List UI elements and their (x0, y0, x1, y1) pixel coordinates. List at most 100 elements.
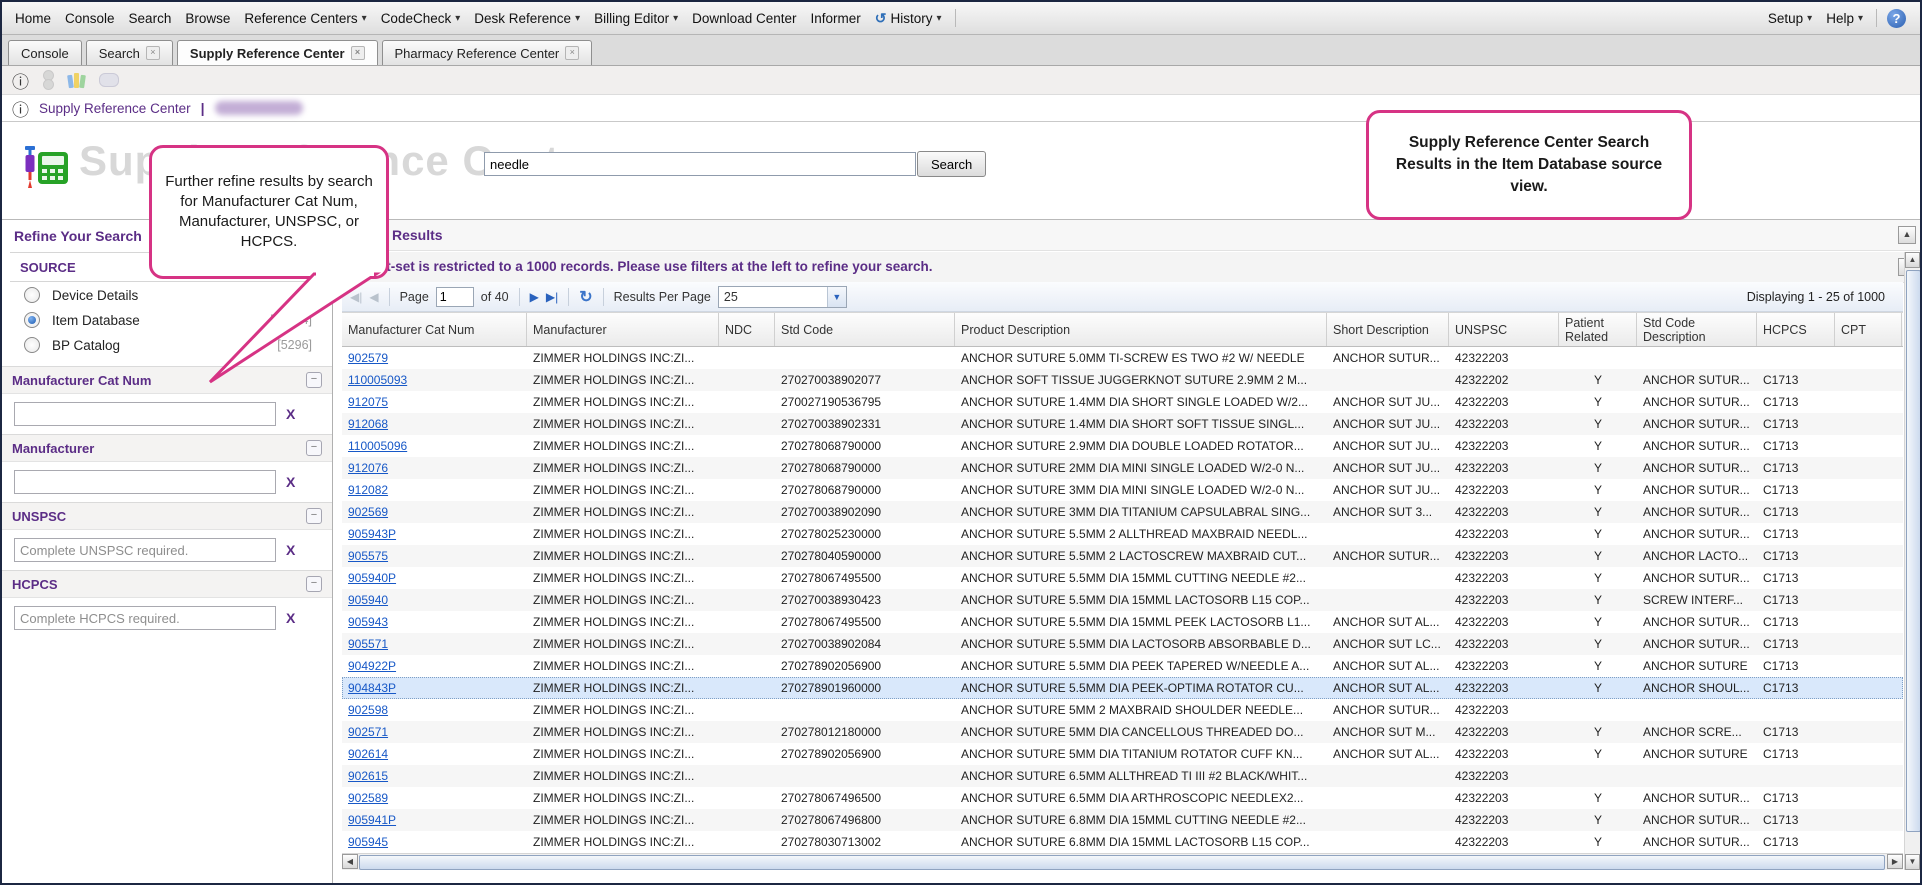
manufacturer-cat-num-link[interactable]: 912075 (348, 395, 388, 409)
tab-pharmacy-reference-center[interactable]: Pharmacy Reference Center× (382, 40, 593, 65)
manufacturer-cat-num-link[interactable]: 902569 (348, 505, 388, 519)
manufacturer-cat-num-link[interactable]: 912076 (348, 461, 388, 475)
scroll-left-arrow-icon[interactable]: ◀ (342, 854, 358, 869)
scroll-up-arrow-icon[interactable]: ▲ (1905, 252, 1920, 268)
table-row[interactable]: 902614ZIMMER HOLDINGS INC:ZI...270278902… (342, 743, 1903, 765)
table-row[interactable]: 905943PZIMMER HOLDINGS INC:ZI...27027802… (342, 523, 1903, 545)
column-header-unspsc[interactable]: UNSPSC (1449, 313, 1559, 346)
results-per-page-select[interactable]: 25 ▼ (718, 286, 847, 308)
collapse-icon[interactable]: − (306, 576, 322, 592)
breadcrumb-title[interactable]: Supply Reference Center (39, 101, 191, 116)
manufacturer-cat-num-link[interactable]: 905945 (348, 835, 388, 849)
table-row[interactable]: 904843PZIMMER HOLDINGS INC:ZI...27027890… (342, 677, 1903, 699)
info-icon[interactable]: ⓘ (12, 68, 29, 93)
manufacturer-cat-num-link[interactable]: 902589 (348, 791, 388, 805)
table-row[interactable]: 902598ZIMMER HOLDINGS INC:ZI...ANCHOR SU… (342, 699, 1903, 721)
table-row[interactable]: 912082ZIMMER HOLDINGS INC:ZI...270278068… (342, 479, 1903, 501)
menu-item-setup[interactable]: Setup▾ (1761, 11, 1819, 26)
collapse-icon[interactable]: − (306, 440, 322, 456)
scroll-down-arrow-icon[interactable]: ▼ (1905, 854, 1920, 870)
tab-supply-reference-center[interactable]: Supply Reference Center× (177, 40, 378, 65)
table-row[interactable]: 905575ZIMMER HOLDINGS INC:ZI...270278040… (342, 545, 1903, 567)
manufacturer-cat-num-link[interactable]: 905943 (348, 615, 388, 629)
manufacturer-cat-num-link[interactable]: 905575 (348, 549, 388, 563)
help-icon[interactable]: ? (1887, 9, 1906, 28)
table-row[interactable]: 912075ZIMMER HOLDINGS INC:ZI...270027190… (342, 391, 1903, 413)
table-row[interactable]: 905941PZIMMER HOLDINGS INC:ZI...27027806… (342, 809, 1903, 831)
books-icon[interactable] (68, 73, 85, 88)
manufacturer-cat-num-link[interactable]: 902615 (348, 769, 388, 783)
search-button[interactable]: Search (917, 151, 986, 177)
scroll-right-arrow-icon[interactable]: ▶ (1887, 854, 1903, 869)
column-header-product-description[interactable]: Product Description (955, 313, 1327, 346)
clear-filter-button[interactable]: X (286, 542, 295, 558)
manufacturer-cat-num-link[interactable]: 905941P (348, 813, 396, 827)
filter-input-manufacturer-cat-num[interactable] (14, 402, 276, 426)
column-header-hcpcs[interactable]: HCPCS (1757, 313, 1835, 346)
table-row[interactable]: 902615ZIMMER HOLDINGS INC:ZI...ANCHOR SU… (342, 765, 1903, 787)
table-row[interactable]: 902589ZIMMER HOLDINGS INC:ZI...270278067… (342, 787, 1903, 809)
table-row[interactable]: 905940PZIMMER HOLDINGS INC:ZI...27027806… (342, 567, 1903, 589)
menu-item-history[interactable]: ↺History▾ (868, 10, 949, 27)
table-row[interactable]: 110005096ZIMMER HOLDINGS INC:ZI...270278… (342, 435, 1903, 457)
manufacturer-cat-num-link[interactable]: 905571 (348, 637, 388, 651)
table-row[interactable]: 905943ZIMMER HOLDINGS INC:ZI...270278067… (342, 611, 1903, 633)
table-row[interactable]: 905940ZIMMER HOLDINGS INC:ZI...270270038… (342, 589, 1903, 611)
next-page-button[interactable]: ▶ (530, 290, 539, 304)
manufacturer-cat-num-link[interactable]: 902614 (348, 747, 388, 761)
table-row[interactable]: 902579ZIMMER HOLDINGS INC:ZI...ANCHOR SU… (342, 347, 1903, 369)
page-number-input[interactable] (436, 287, 474, 307)
column-header-ndc[interactable]: NDC (719, 313, 775, 346)
filter-input-hcpcs[interactable] (14, 606, 276, 630)
table-row[interactable]: 905945ZIMMER HOLDINGS INC:ZI...270278030… (342, 831, 1903, 853)
table-row[interactable]: 905571ZIMMER HOLDINGS INC:ZI...270270038… (342, 633, 1903, 655)
clear-filter-button[interactable]: X (286, 406, 295, 422)
table-row[interactable]: 902571ZIMMER HOLDINGS INC:ZI...270278012… (342, 721, 1903, 743)
manufacturer-cat-num-link[interactable]: 904843P (348, 681, 396, 695)
horizontal-scrollbar[interactable]: ◀ ▶ (342, 853, 1903, 870)
filter-input-manufacturer[interactable] (14, 470, 276, 494)
manufacturer-cat-num-link[interactable]: 904922P (348, 659, 396, 673)
link-icon[interactable] (43, 70, 54, 90)
last-page-button[interactable]: ▶| (546, 290, 558, 304)
filter-input-unspsc[interactable] (14, 538, 276, 562)
comment-icon[interactable] (99, 73, 119, 87)
radio-icon[interactable] (24, 337, 40, 353)
menu-item-codecheck[interactable]: CodeCheck▾ (374, 11, 468, 26)
refresh-icon[interactable]: ↻ (579, 287, 592, 307)
menu-item-help[interactable]: Help▾ (1819, 11, 1870, 26)
menu-item-browse[interactable]: Browse (178, 11, 237, 26)
tab-search[interactable]: Search× (86, 40, 173, 65)
table-row[interactable]: 902569ZIMMER HOLDINGS INC:ZI...270270038… (342, 501, 1903, 523)
collapse-results-icon[interactable]: ▲ (1898, 226, 1916, 244)
table-row[interactable]: 912076ZIMMER HOLDINGS INC:ZI...270278068… (342, 457, 1903, 479)
close-icon[interactable]: × (351, 46, 365, 60)
menu-item-console[interactable]: Console (58, 11, 122, 26)
manufacturer-cat-num-link[interactable]: 905940P (348, 571, 396, 585)
manufacturer-cat-num-link[interactable]: 905940 (348, 593, 388, 607)
column-header-std-code[interactable]: Std Code (775, 313, 955, 346)
column-header-manufacturer[interactable]: Manufacturer (527, 313, 719, 346)
table-row[interactable]: 110005093ZIMMER HOLDINGS INC:ZI...270270… (342, 369, 1903, 391)
manufacturer-cat-num-link[interactable]: 912082 (348, 483, 388, 497)
column-header-short-description[interactable]: Short Description (1327, 313, 1449, 346)
menu-item-desk-reference[interactable]: Desk Reference▾ (467, 11, 587, 26)
radio-icon[interactable] (24, 287, 40, 303)
radio-icon[interactable] (24, 312, 40, 328)
table-row[interactable]: 904922PZIMMER HOLDINGS INC:ZI...27027890… (342, 655, 1903, 677)
menu-item-home[interactable]: Home (8, 11, 58, 26)
column-header-cpt[interactable]: CPT (1835, 313, 1902, 346)
menu-item-download-center[interactable]: Download Center (685, 11, 803, 26)
menu-item-search[interactable]: Search (122, 11, 179, 26)
table-row[interactable]: 912068ZIMMER HOLDINGS INC:ZI...270270038… (342, 413, 1903, 435)
vertical-scroll-thumb[interactable] (1906, 270, 1921, 832)
tab-console[interactable]: Console (8, 40, 82, 65)
close-icon[interactable]: × (146, 46, 160, 60)
manufacturer-cat-num-link[interactable]: 905943P (348, 527, 396, 541)
clear-filter-button[interactable]: X (286, 610, 295, 626)
column-header-std-code-description[interactable]: Std Code Description (1637, 313, 1757, 346)
manufacturer-cat-num-link[interactable]: 902598 (348, 703, 388, 717)
collapse-icon[interactable]: − (306, 508, 322, 524)
vertical-scrollbar[interactable]: ▲ ▼ (1904, 252, 1920, 870)
close-icon[interactable]: × (565, 46, 579, 60)
